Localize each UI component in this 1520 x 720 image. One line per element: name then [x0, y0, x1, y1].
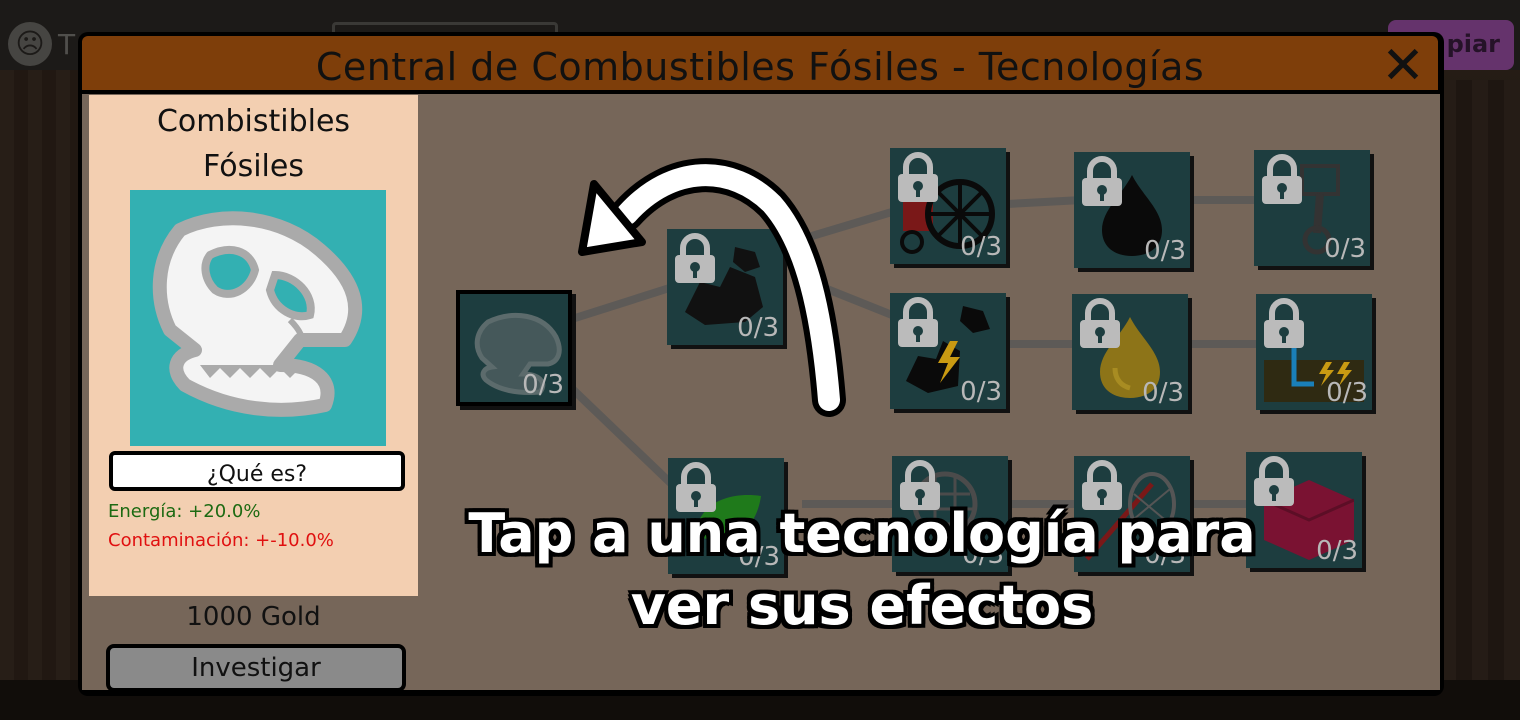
modal-header: Central de Combustibles Fósiles - Tecnol…	[82, 36, 1438, 92]
tech-node-wheel[interactable]: 0/3	[890, 148, 1006, 264]
tech-progress: 0/3	[1144, 236, 1186, 266]
tech-node-oil-drop[interactable]: 0/3	[1074, 152, 1190, 268]
lock-icon	[898, 297, 938, 347]
tech-progress: 0/3	[1316, 536, 1358, 566]
tech-progress: 0/3	[737, 313, 779, 343]
lock-icon	[1264, 298, 1304, 348]
tech-progress: 0/3	[1324, 234, 1366, 264]
tech-node-piston[interactable]: 0/3	[1254, 150, 1370, 266]
lock-icon	[898, 152, 938, 202]
close-icon[interactable]: ✕	[1378, 40, 1428, 92]
technology-modal: Central de Combustibles Fósiles - Tecnol…	[78, 32, 1444, 696]
tech-node-coal-power[interactable]: 0/3	[890, 293, 1006, 409]
tech-progress: 0/3	[960, 377, 1002, 407]
tech-progress: 0/3	[960, 232, 1002, 262]
tech-node-coal[interactable]: 0/3	[667, 229, 783, 345]
tech-node-underground-power[interactable]: 0/3	[1256, 294, 1372, 410]
modal-body: Combistibles Fósiles ¿Qué es? Energía: +…	[82, 94, 1440, 692]
lock-icon	[675, 233, 715, 283]
tech-progress: 0/3	[1142, 378, 1184, 408]
tech-node-gas-drop[interactable]: 0/3	[1072, 294, 1188, 410]
tech-progress: 0/3	[1326, 378, 1368, 408]
tech-progress: 0/3	[522, 370, 564, 400]
lock-icon	[1080, 298, 1120, 348]
lock-icon	[1262, 154, 1302, 204]
tech-node-fossil-fuels[interactable]: 0/3	[456, 290, 572, 406]
modal-title: Central de Combustibles Fósiles - Tecnol…	[315, 45, 1205, 89]
tutorial-hint: Tap a una tecnología para ver sus efecto…	[468, 502, 1256, 637]
lock-icon	[1082, 156, 1122, 206]
